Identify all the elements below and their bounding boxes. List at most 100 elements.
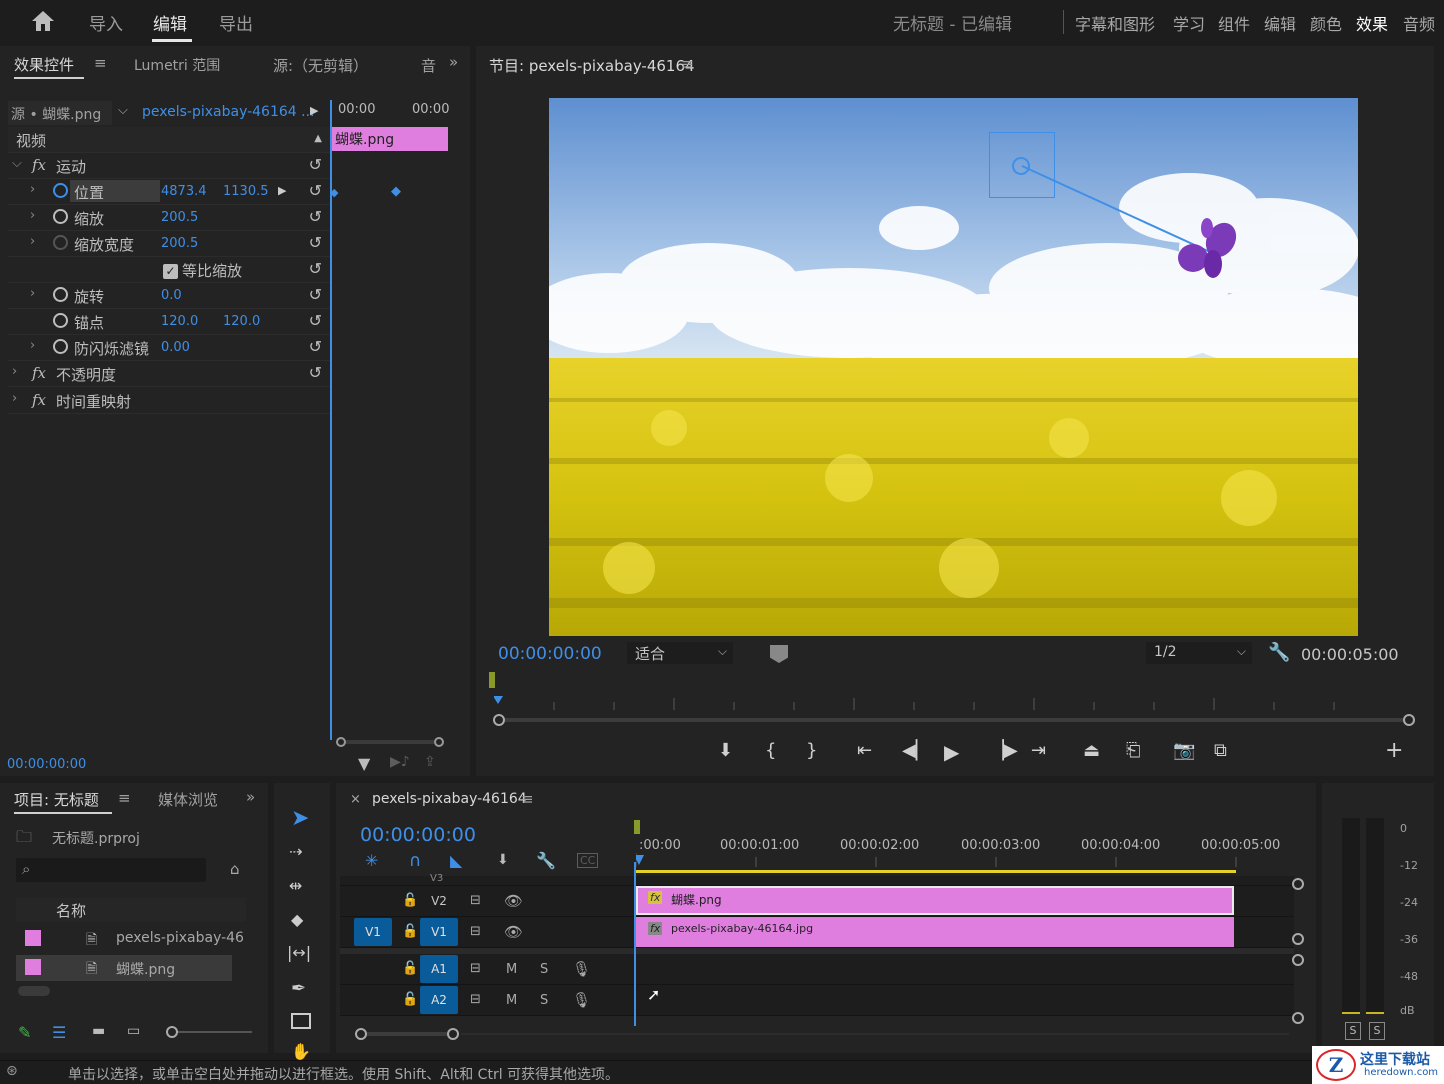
fit-dropdown[interactable]: 适合 ⌵ [627,642,733,664]
resolution-dropdown[interactable]: 1/2 ⌵ [1146,642,1252,664]
uniform-scale-checkbox[interactable]: ✓ [163,264,178,279]
panel-overflow-icon[interactable]: » [449,53,458,71]
rectangle-tool-icon[interactable] [291,1013,311,1029]
scroll-up-icon[interactable]: ▲ [314,133,322,144]
reset-icon[interactable]: ↺ [309,285,322,304]
anchor-y-value[interactable]: 120.0 [223,314,260,329]
butterfly-image[interactable] [1173,218,1243,282]
work-area-bar[interactable] [636,870,1236,873]
hscroll-handle-left[interactable] [355,1028,367,1040]
program-video-frame[interactable] [549,98,1358,636]
track-a1-target[interactable]: A1 [420,955,458,983]
panel-menu-icon[interactable]: ≡ [521,790,534,808]
eye-icon[interactable]: 👁 [504,923,523,941]
track-select-tool-icon[interactable]: ⇢ [289,842,302,861]
mute-button[interactable]: M [506,993,517,1008]
reset-icon[interactable]: ↺ [309,181,322,200]
clip-butterfly[interactable]: fx 蝴蝶.png [636,886,1234,915]
project-hscrollbar[interactable] [18,986,50,996]
scroll-track[interactable] [346,740,434,744]
chevron-right-icon[interactable]: › [30,338,35,353]
nest-toggle-icon[interactable]: ✳ [365,851,378,870]
extract-icon[interactable]: ⎗ [1126,740,1140,761]
mark-in-icon[interactable]: { [765,740,776,761]
chevron-right-icon[interactable]: › [30,208,35,223]
tab-import[interactable]: 导入 [89,10,123,35]
selection-tool-icon[interactable]: ➤ [291,806,309,831]
add-marker-icon[interactable]: ⬇ [497,852,509,868]
chevron-right-icon[interactable]: › [12,364,17,379]
timeline-hscroll[interactable] [355,1028,1290,1040]
list-item[interactable]: 🗎 pexels-pixabay-46 [16,926,244,952]
play-triangle-icon[interactable]: ▶ [310,104,318,117]
effect-zoom-scrollbar[interactable] [336,737,446,747]
project-search-input[interactable]: ⌕ [16,858,206,882]
param-rotation[interactable]: › 旋转 0.0 ↺ [8,283,330,309]
monitor-playhead-marker[interactable] [489,672,495,688]
tab-media-browser[interactable]: 媒体浏览 [158,789,218,810]
chevron-right-icon[interactable]: › [30,286,35,301]
track-v2-target[interactable]: V2 [420,887,458,915]
fx-badge-icon[interactable]: fx [32,364,46,382]
tab-effect-controls[interactable]: 效果控件 [14,54,74,75]
workspace-color[interactable]: 颜色 [1310,11,1342,35]
vscroll-handle-bottom[interactable] [1292,933,1304,945]
wrench-icon[interactable]: 🔧 [1268,642,1290,663]
lock-icon[interactable]: 🔓 [402,893,418,908]
reset-icon[interactable]: ↺ [309,363,322,382]
vscroll-handle-top[interactable] [1292,878,1304,890]
solo-left-button[interactable]: S [1345,1022,1361,1040]
position-x-value[interactable]: 4873.4 [161,184,207,199]
workspace-editing[interactable]: 编辑 [1264,11,1296,35]
new-bin-icon[interactable]: ⌂ [230,860,240,878]
vscroll-handle-top-audio[interactable] [1292,954,1304,966]
play-button[interactable]: ▶ [944,740,959,764]
list-view-icon[interactable]: ☰ [52,1023,66,1042]
hand-tool-icon[interactable]: ✋ [291,1042,311,1061]
reset-icon[interactable]: ↺ [309,337,322,356]
workspace-assembly[interactable]: 组件 [1218,11,1250,35]
scroll-handle-left[interactable] [336,737,346,747]
source-patch-v1[interactable]: V1 [354,918,392,946]
source-clip-selector[interactable]: 源 • 蝴蝶.png [8,101,112,125]
scroll-handle-right[interactable] [434,737,444,747]
workspace-captions[interactable]: 字幕和图形 [1075,11,1155,35]
step-forward-icon[interactable]: ▕▶ [990,740,1018,761]
sequence-label[interactable]: pexels-pixabay-46164 ... [142,104,315,120]
chevron-right-icon[interactable]: › [12,391,17,406]
filter-icon[interactable]: ▼ [358,754,370,773]
reset-icon[interactable]: ↺ [309,311,322,330]
position-y-value[interactable]: 1130.5 [223,184,269,199]
reset-icon[interactable]: ↺ [309,259,322,278]
step-back-icon[interactable]: ◀▏ [902,740,930,761]
param-anchor[interactable]: 锚点 120.0 120.0 ↺ [8,309,330,335]
effect-motion[interactable]: ⌵ fx 运动 ↺ [8,153,330,179]
column-name-label[interactable]: 名称 [56,900,86,921]
chevron-right-icon[interactable]: › [30,182,35,197]
linked-selection-icon[interactable]: ◣ [450,851,462,870]
icon-view-icon[interactable]: ▬ [92,1023,105,1039]
panel-menu-icon[interactable]: ≡ [94,54,107,72]
tab-edit[interactable]: 编辑 [153,10,187,35]
comparison-view-icon[interactable]: ⧉ [1214,740,1227,761]
export-frame-camera-icon[interactable]: 📷 [1173,740,1195,761]
stopwatch-icon-active[interactable] [53,183,68,198]
add-button-icon[interactable]: + [1385,738,1403,763]
mute-button[interactable]: M [506,962,517,977]
zoom-handle-right[interactable] [1403,714,1415,726]
tab-lumetri-scopes[interactable]: Lumetri 范围 [134,55,220,75]
param-position[interactable]: › 位置 4873.4 1130.5 ▶ ↺ [8,179,330,205]
workspace-effects[interactable]: 效果 [1356,11,1388,35]
panel-menu-icon[interactable]: ≡ [118,789,131,807]
effect-controls-timecode[interactable]: 00:00:00:00 [7,757,86,772]
stopwatch-icon[interactable] [53,287,68,302]
thumbnail-size-slider[interactable] [166,1026,252,1038]
pencil-icon[interactable]: ✎ [18,1023,31,1042]
stopwatch-icon[interactable] [53,209,68,224]
timeline-playhead-marker[interactable] [634,820,640,834]
sequence-tab[interactable]: pexels-pixabay-46164 [372,791,527,807]
track-a2-target[interactable]: A2 [420,986,458,1014]
stopwatch-icon[interactable] [53,339,68,354]
go-to-in-icon[interactable]: ⇤ [857,740,872,761]
clip-bar-butterfly[interactable]: 蝴蝶.png [332,127,448,151]
